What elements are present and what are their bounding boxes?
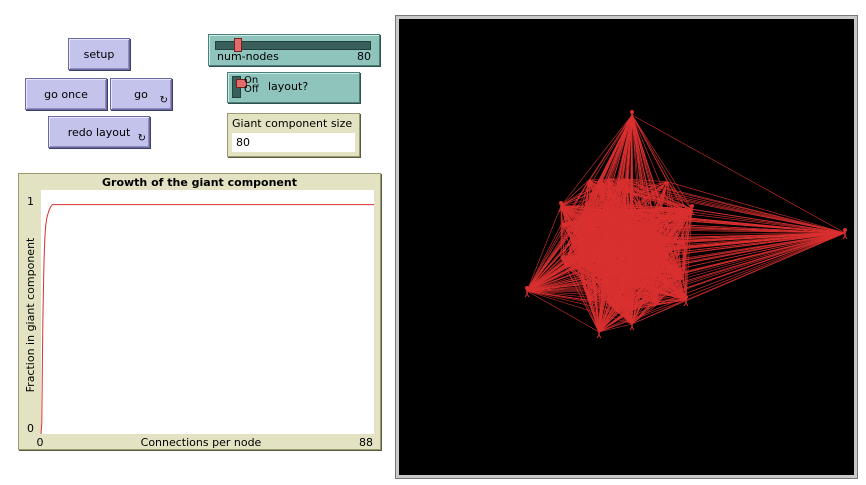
x-tick-min: 0 (37, 436, 44, 449)
go-once-button-label: go once (44, 87, 88, 101)
slider-value: 80 (357, 50, 371, 63)
go-button-label: go (134, 87, 148, 101)
setup-button[interactable]: setup (68, 38, 130, 70)
y-axis-label: Fraction in giant component (24, 237, 37, 392)
giant-component-plot: Growth of the giant component 1 0 0 88 C… (18, 173, 381, 450)
slider-label: num-nodes (217, 50, 279, 63)
redo-layout-button[interactable]: redo layout ↻ (48, 116, 150, 148)
layout-switch[interactable]: On Off layout? (227, 72, 360, 103)
world-canvas[interactable] (399, 19, 854, 475)
y-tick-min: 0 (27, 422, 34, 435)
redo-layout-button-label: redo layout (67, 125, 131, 139)
x-axis-label: Connections per node (141, 436, 262, 449)
switch-off-label: Off (244, 84, 259, 95)
forever-icon: ↻ (159, 95, 168, 106)
switch-label: layout? (268, 80, 309, 93)
world-view[interactable] (395, 15, 858, 479)
switch-track[interactable] (232, 76, 247, 98)
network-graph (524, 110, 848, 339)
x-tick-max: 88 (359, 436, 373, 449)
monitor-value: 80 (232, 133, 355, 152)
go-forever-button[interactable]: go ↻ (110, 78, 172, 110)
num-nodes-slider[interactable]: num-nodes 80 (208, 34, 380, 66)
plot-area (41, 190, 374, 434)
monitor-label: Giant component size (232, 117, 353, 130)
plot-svg: 1 0 0 88 Connections per node Fraction i… (24, 190, 374, 449)
forever-icon: ↻ (137, 133, 146, 144)
go-once-button[interactable]: go once (25, 78, 107, 110)
giant-component-monitor: Giant component size 80 (227, 113, 360, 157)
y-tick-max: 1 (27, 195, 34, 208)
node-person-icon[interactable] (596, 327, 602, 339)
link (526, 290, 589, 301)
setup-button-label: setup (83, 47, 115, 61)
